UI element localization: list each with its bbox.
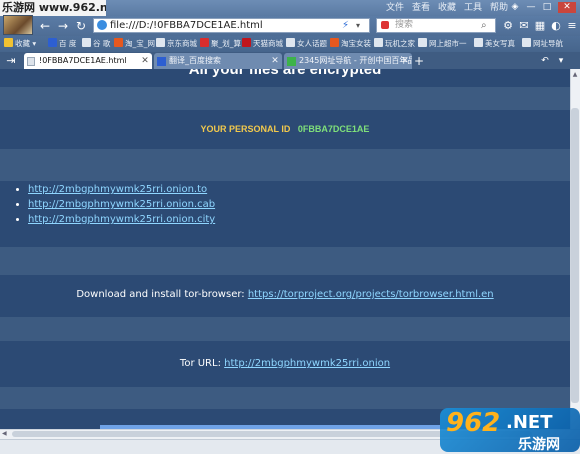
personal-id-value: 0FBBA7DCE1AE bbox=[297, 124, 370, 134]
page-icon bbox=[286, 38, 295, 47]
scroll-up-icon[interactable]: ▲ bbox=[571, 70, 579, 79]
home-icon bbox=[287, 57, 296, 66]
list-item: http://2mbgphmywmk25rri.onion.city bbox=[28, 212, 215, 227]
tmall-icon bbox=[242, 38, 251, 47]
tab-2345-navigation[interactable]: 2345网址导航 - 开创中国百年品 bbox=[284, 53, 412, 69]
tab-list-icon[interactable]: ▾ bbox=[556, 53, 566, 69]
close-tab-icon[interactable]: ✕ bbox=[270, 53, 280, 69]
tor-url-line: Tor URL: http://2mbgphmywmk25rri.onion bbox=[179, 358, 391, 369]
watermark-site-name: 乐游网 bbox=[518, 437, 560, 453]
bookmark-women-topics[interactable]: 女人话题 bbox=[286, 36, 327, 52]
site-watermark-label: 乐游网 www.962.net bbox=[0, 0, 106, 16]
taobao-icon bbox=[330, 38, 339, 47]
tor-download-link[interactable]: https://torproject.org/projects/torbrows… bbox=[248, 289, 494, 300]
bookmark-tmall[interactable]: 天猫商城 bbox=[242, 36, 283, 52]
watermark-logo: 962 .NET 乐游网 bbox=[440, 404, 580, 454]
page-icon bbox=[418, 38, 427, 47]
bookmark-supermarket[interactable]: 网上超市一 bbox=[418, 36, 467, 52]
tor-url-link[interactable]: http://2mbgphmywmk25rri.onion bbox=[224, 358, 390, 369]
close-tab-icon[interactable]: ✕ bbox=[400, 53, 410, 69]
lightning-icon[interactable]: ⚡ bbox=[342, 19, 349, 32]
maximize-icon[interactable]: □ bbox=[540, 2, 554, 13]
spacer-band bbox=[0, 87, 570, 110]
sidebar-toggle-icon[interactable]: ⇥ bbox=[3, 53, 19, 69]
page-icon bbox=[82, 38, 91, 47]
tab-baidu-translate[interactable]: 翻译_百度搜索 bbox=[154, 53, 282, 69]
bookmark-google[interactable]: 谷 歌 bbox=[82, 36, 110, 52]
page-icon bbox=[156, 38, 165, 47]
grid-icon[interactable]: ▦ bbox=[532, 18, 548, 34]
personal-id-label: YOUR PERSONAL ID bbox=[200, 124, 291, 134]
search-input[interactable]: 搜索 bbox=[395, 19, 413, 32]
new-tab-icon[interactable]: + bbox=[414, 53, 424, 69]
bookmark-navigation[interactable]: 网址导航 bbox=[522, 36, 563, 52]
close-window-icon[interactable]: ✕ bbox=[558, 2, 576, 13]
list-item: http://2mbgphmywmk25rri.onion.cab bbox=[28, 197, 215, 212]
refresh-icon[interactable]: ↻ bbox=[73, 18, 89, 34]
star-icon bbox=[4, 38, 13, 47]
bookmark-taobao-women[interactable]: 淘宝女装 bbox=[330, 36, 371, 52]
address-bar[interactable]: file:///D:/!0FBBA7DCE1AE.html ⚡ ▾ bbox=[93, 18, 370, 33]
undo-close-icon[interactable]: ↶ bbox=[540, 53, 550, 69]
dropdown-icon[interactable]: ▾ bbox=[356, 19, 360, 32]
paw-icon bbox=[157, 57, 166, 66]
favorites-button[interactable]: 收藏 ▾ bbox=[4, 36, 36, 52]
spacer-band bbox=[0, 149, 570, 181]
gear-icon[interactable]: ⚙ bbox=[500, 18, 516, 34]
mail-icon[interactable]: ✉ bbox=[516, 18, 532, 34]
search-box[interactable]: 搜索 ⌕ bbox=[376, 18, 496, 33]
menu-tools[interactable]: 工具 bbox=[464, 0, 482, 16]
onion-link[interactable]: http://2mbgphmywmk25rri.onion.cab bbox=[28, 199, 215, 210]
page-content: All your files are encrypted YOUR PERSON… bbox=[0, 69, 570, 429]
taobao-icon bbox=[114, 38, 123, 47]
close-tab-icon[interactable]: ✕ bbox=[140, 53, 150, 69]
bookmark-baidu[interactable]: 百 度 bbox=[48, 36, 76, 52]
vertical-scroll-thumb[interactable] bbox=[571, 108, 579, 403]
search-engine-icon[interactable] bbox=[381, 21, 389, 29]
tab-ransom-page[interactable]: !0FBBA7DCE1AE.html bbox=[24, 53, 152, 69]
page-info-icon[interactable] bbox=[97, 20, 107, 30]
watermark-suffix: .NET bbox=[506, 412, 553, 433]
menu-file[interactable]: 文件 bbox=[386, 0, 404, 16]
menu-icon[interactable]: ≡ bbox=[564, 18, 580, 34]
bookmark-juhuasuan[interactable]: 聚_划_算 bbox=[200, 36, 241, 52]
bookmark-jd[interactable]: 京东商城 bbox=[156, 36, 197, 52]
watermark-number: 962 bbox=[446, 408, 501, 438]
skin-icon[interactable]: ◈ bbox=[508, 2, 522, 13]
page-icon bbox=[522, 38, 531, 47]
menu-view[interactable]: 查看 bbox=[412, 0, 430, 16]
minimize-icon[interactable]: — bbox=[524, 2, 538, 13]
skin-palette-icon[interactable]: ◐ bbox=[548, 18, 564, 34]
onion-link[interactable]: http://2mbgphmywmk25rri.onion.to bbox=[28, 184, 207, 195]
page-icon bbox=[27, 57, 35, 66]
page-icon bbox=[474, 38, 483, 47]
url-text[interactable]: file:///D:/!0FBBA7DCE1AE.html bbox=[110, 19, 263, 32]
scroll-left-icon[interactable]: ◀ bbox=[2, 430, 10, 438]
spacer-band bbox=[0, 317, 570, 341]
bookmark-wanji[interactable]: 玩机之家 bbox=[374, 36, 415, 52]
spacer-band bbox=[0, 247, 570, 275]
bookmark-photos[interactable]: 美女写真 bbox=[474, 36, 515, 52]
avatar[interactable] bbox=[3, 15, 33, 35]
menu-favorites[interactable]: 收藏 bbox=[438, 0, 456, 16]
personal-id: YOUR PERSONAL ID 0FBBA7DCE1AE bbox=[0, 124, 570, 134]
list-item: http://2mbgphmywmk25rri.onion.to bbox=[28, 182, 215, 197]
search-icon[interactable]: ⌕ bbox=[481, 19, 487, 32]
page-title: All your files are encrypted bbox=[188, 69, 382, 78]
download-instruction: Download and install tor-browser: https:… bbox=[76, 289, 494, 300]
juhuasuan-icon bbox=[200, 38, 209, 47]
page-icon bbox=[374, 38, 383, 47]
menu-help[interactable]: 帮助 bbox=[490, 0, 508, 16]
forward-icon[interactable]: → bbox=[55, 18, 71, 34]
onion-link[interactable]: http://2mbgphmywmk25rri.onion.city bbox=[28, 214, 215, 225]
onion-link-list: http://2mbgphmywmk25rri.onion.to http://… bbox=[0, 182, 215, 227]
back-icon[interactable]: ← bbox=[37, 18, 53, 34]
paw-icon bbox=[48, 38, 57, 47]
bookmark-taobao[interactable]: 淘_宝_网 bbox=[114, 36, 155, 52]
